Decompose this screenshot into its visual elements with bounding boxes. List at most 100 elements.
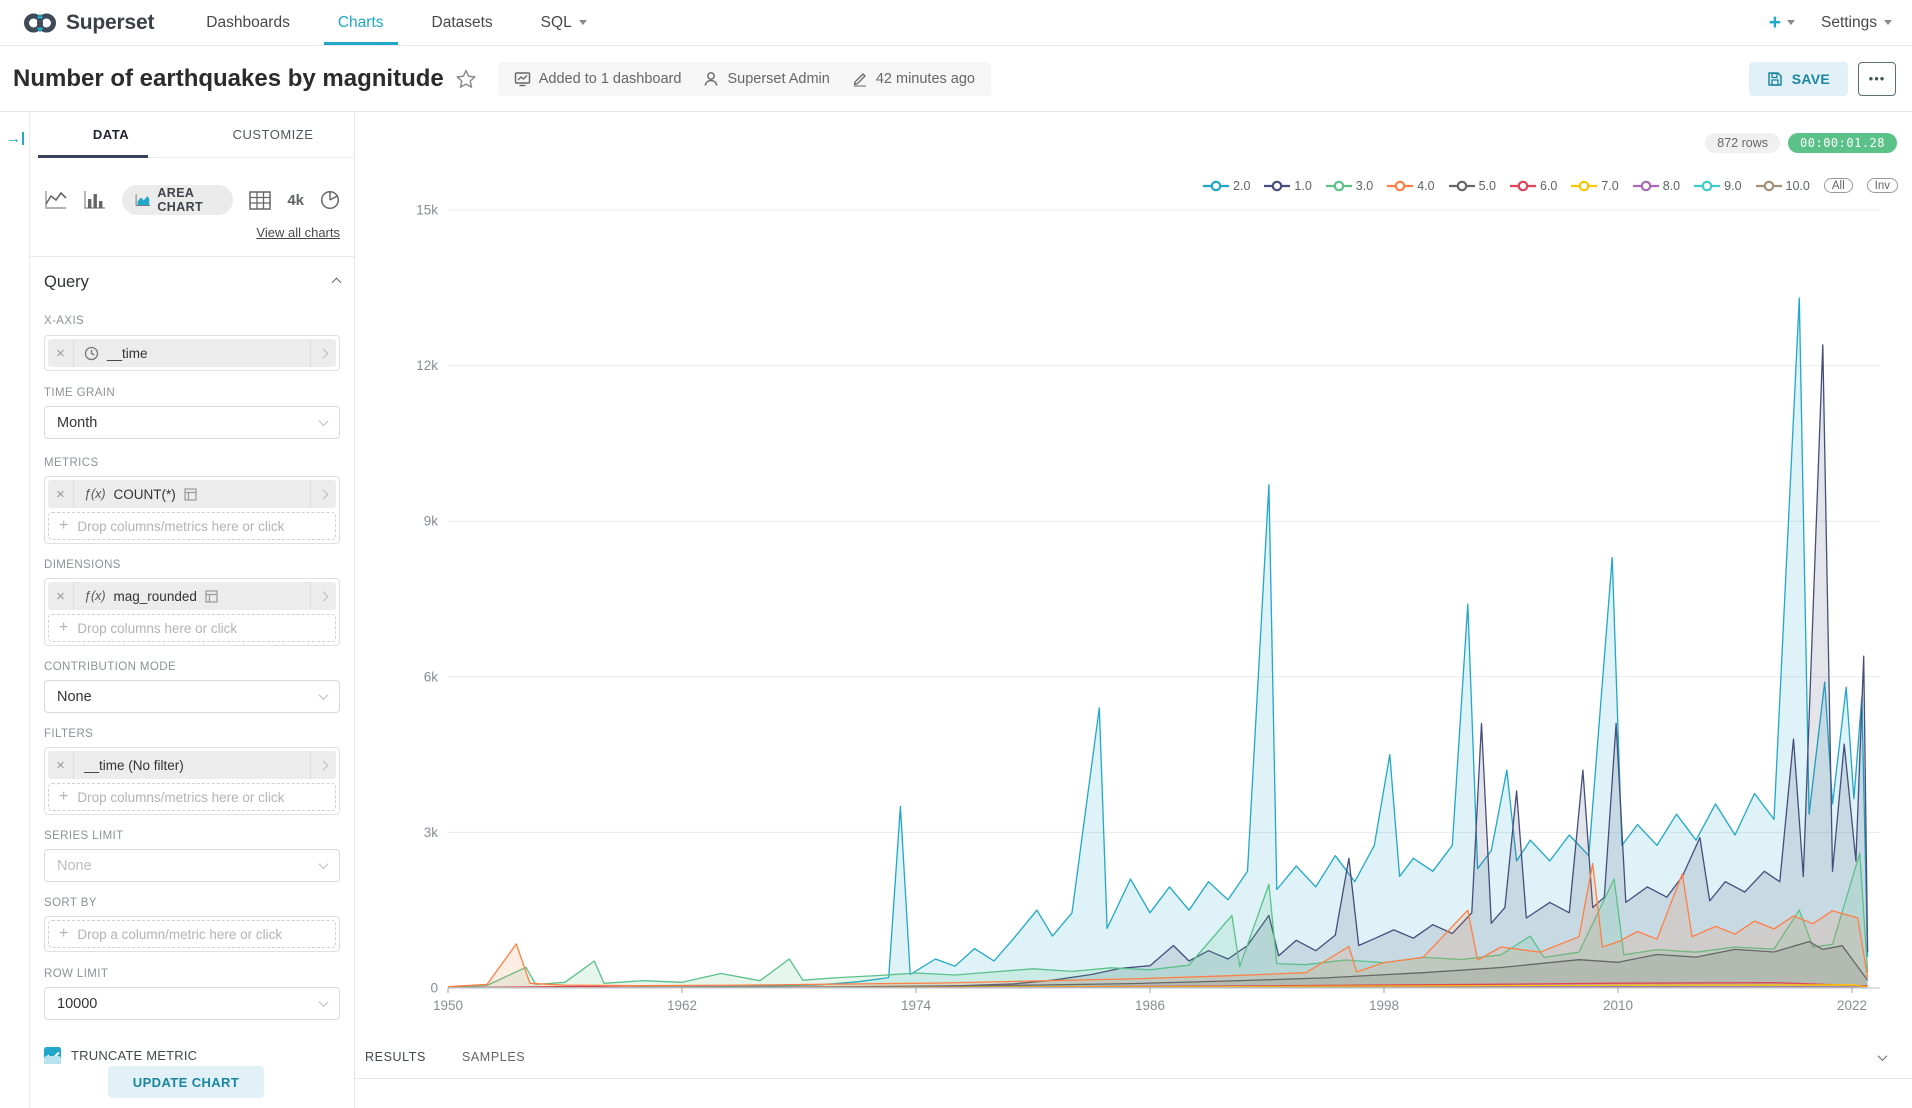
xaxis-control: × __time (44, 335, 340, 371)
tab-data[interactable]: DATA (30, 112, 192, 157)
y-axis-tick: 12k (416, 358, 438, 373)
legend-marker-icon (1387, 180, 1413, 192)
area-chart-button[interactable]: AREA CHART (122, 185, 233, 215)
row-limit-label: ROW LIMIT (44, 968, 340, 982)
remove-icon[interactable]: × (48, 582, 74, 610)
query-section-header[interactable]: Query (44, 269, 340, 295)
chevron-down-icon (319, 997, 329, 1007)
view-all-charts-link[interactable]: View all charts (256, 225, 340, 240)
save-button[interactable]: SAVE (1749, 62, 1848, 96)
settings-menu[interactable]: Settings (1821, 14, 1892, 32)
table-icon[interactable] (249, 191, 271, 210)
legend-item-10.0[interactable]: 10.0 (1756, 179, 1810, 193)
legend-item-6.0[interactable]: 6.0 (1510, 179, 1557, 193)
sort-by-label: SORT BY (44, 897, 340, 911)
divider (30, 256, 354, 257)
filter-pill[interactable]: × __time (No filter) (48, 751, 336, 779)
metric-pill[interactable]: × ƒ(x)COUNT(*) (48, 480, 336, 508)
superset-logo[interactable]: Superset (0, 11, 182, 35)
new-item-button[interactable]: + (1769, 11, 1795, 35)
line-chart-icon[interactable] (44, 190, 67, 210)
more-actions-button[interactable]: ••• (1858, 62, 1896, 96)
sort-by-dropzone[interactable]: +Drop a column/metric here or click (48, 920, 336, 948)
chevron-down-icon (319, 690, 329, 700)
infinity-icon (22, 11, 58, 35)
xaxis-pill[interactable]: × __time (48, 339, 336, 367)
legend-item-9.0[interactable]: 9.0 (1694, 179, 1741, 193)
legend-item-8.0[interactable]: 8.0 (1633, 179, 1680, 193)
remove-icon[interactable]: × (48, 339, 74, 367)
y-axis-tick: 0 (430, 981, 438, 996)
remove-icon[interactable]: × (48, 751, 74, 779)
update-chart-button[interactable]: UPDATE CHART (108, 1066, 264, 1098)
bar-chart-icon[interactable] (83, 190, 106, 210)
dimension-pill[interactable]: × ƒ(x)mag_rounded (48, 582, 336, 610)
remove-icon[interactable]: × (48, 480, 74, 508)
metrics-dropzone[interactable]: +Drop columns/metrics here or click (48, 512, 336, 540)
chevron-down-icon (319, 416, 329, 426)
legend-all-button[interactable]: All (1824, 178, 1853, 193)
collapse-results-icon[interactable] (1879, 1048, 1886, 1066)
series-line-1.0 (448, 345, 1868, 988)
contribution-mode-select[interactable]: None (44, 680, 340, 713)
legend-item-3.0[interactable]: 3.0 (1326, 179, 1373, 193)
tab-samples[interactable]: SAMPLES (462, 1050, 525, 1064)
x-axis-tick: 2022 (1837, 998, 1867, 1013)
expand-icon[interactable] (310, 751, 336, 779)
legend-marker-icon (1633, 180, 1659, 192)
y-axis-tick: 15k (416, 203, 438, 218)
row-count-badge: 872 rows (1705, 133, 1780, 153)
chart-header: Number of earthquakes by magnitude Added… (0, 46, 1912, 112)
series-limit-select[interactable]: None (44, 849, 340, 882)
filters-dropzone[interactable]: +Drop columns/metrics here or click (48, 783, 336, 811)
nav-dashboards[interactable]: Dashboards (182, 0, 314, 45)
tab-results[interactable]: RESULTS (365, 1050, 426, 1064)
legend-marker-icon (1694, 180, 1720, 192)
nav-sql[interactable]: SQL (517, 0, 611, 45)
last-modified: 42 minutes ago (852, 71, 975, 87)
dataset-column-icon (205, 590, 218, 603)
expand-icon[interactable] (310, 339, 336, 367)
chevron-up-icon[interactable] (332, 277, 342, 287)
nav-charts[interactable]: Charts (314, 0, 408, 45)
expand-icon[interactable] (310, 582, 336, 610)
row-limit-select[interactable]: 10000 (44, 987, 340, 1020)
pencil-icon (852, 71, 868, 87)
favorite-button[interactable] (456, 69, 476, 89)
legend-marker-icon (1510, 180, 1536, 192)
time-grain-select[interactable]: Month (44, 406, 340, 439)
series-area-2.0 (448, 298, 1868, 988)
legend-marker-icon (1264, 180, 1290, 192)
results-panel: RESULTS SAMPLES (355, 1038, 1912, 1108)
sort-by-control: +Drop a column/metric here or click (44, 916, 340, 952)
metrics-control: × ƒ(x)COUNT(*) +Drop columns/metrics her… (44, 476, 340, 544)
legend-item-4.0[interactable]: 4.0 (1387, 179, 1434, 193)
filters-label: FILTERS (44, 728, 340, 742)
legend-item-7.0[interactable]: 7.0 (1571, 179, 1618, 193)
added-to-dashboard[interactable]: Added to 1 dashboard (514, 71, 682, 87)
dimensions-dropzone[interactable]: +Drop columns here or click (48, 614, 336, 642)
chart-container: 15k12k9k6k3k0195019621974198619982010202… (355, 112, 1912, 1108)
legend-item-5.0[interactable]: 5.0 (1449, 179, 1496, 193)
star-icon (456, 69, 476, 89)
x-axis-tick: 2010 (1603, 998, 1633, 1013)
big-number-icon[interactable]: 4k (287, 192, 304, 209)
x-axis-tick: 1974 (901, 998, 932, 1013)
tab-customize[interactable]: CUSTOMIZE (192, 112, 354, 157)
y-axis-tick: 3k (424, 825, 439, 840)
clock-icon (84, 346, 99, 361)
page-title[interactable]: Number of earthquakes by magnitude (13, 65, 444, 93)
expand-icon[interactable] (310, 480, 336, 508)
legend-item-2.0[interactable]: 2.0 (1203, 179, 1250, 193)
collapse-panel-icon[interactable]: → (6, 130, 24, 147)
panel-collapse-strip: → (0, 112, 30, 1108)
person-icon (703, 71, 719, 87)
viz-type-row: AREA CHART 4k (44, 186, 340, 214)
metrics-label: METRICS (44, 457, 340, 471)
area-chart-plot[interactable]: 15k12k9k6k3k0195019621974198619982010202… (355, 112, 1912, 1032)
pie-chart-icon[interactable] (320, 190, 340, 210)
nav-datasets[interactable]: Datasets (408, 0, 517, 45)
legend-item-1.0[interactable]: 1.0 (1264, 179, 1311, 193)
main-navbar: Superset Dashboards Charts Datasets SQL … (0, 0, 1912, 46)
legend-inv-button[interactable]: Inv (1867, 178, 1898, 193)
